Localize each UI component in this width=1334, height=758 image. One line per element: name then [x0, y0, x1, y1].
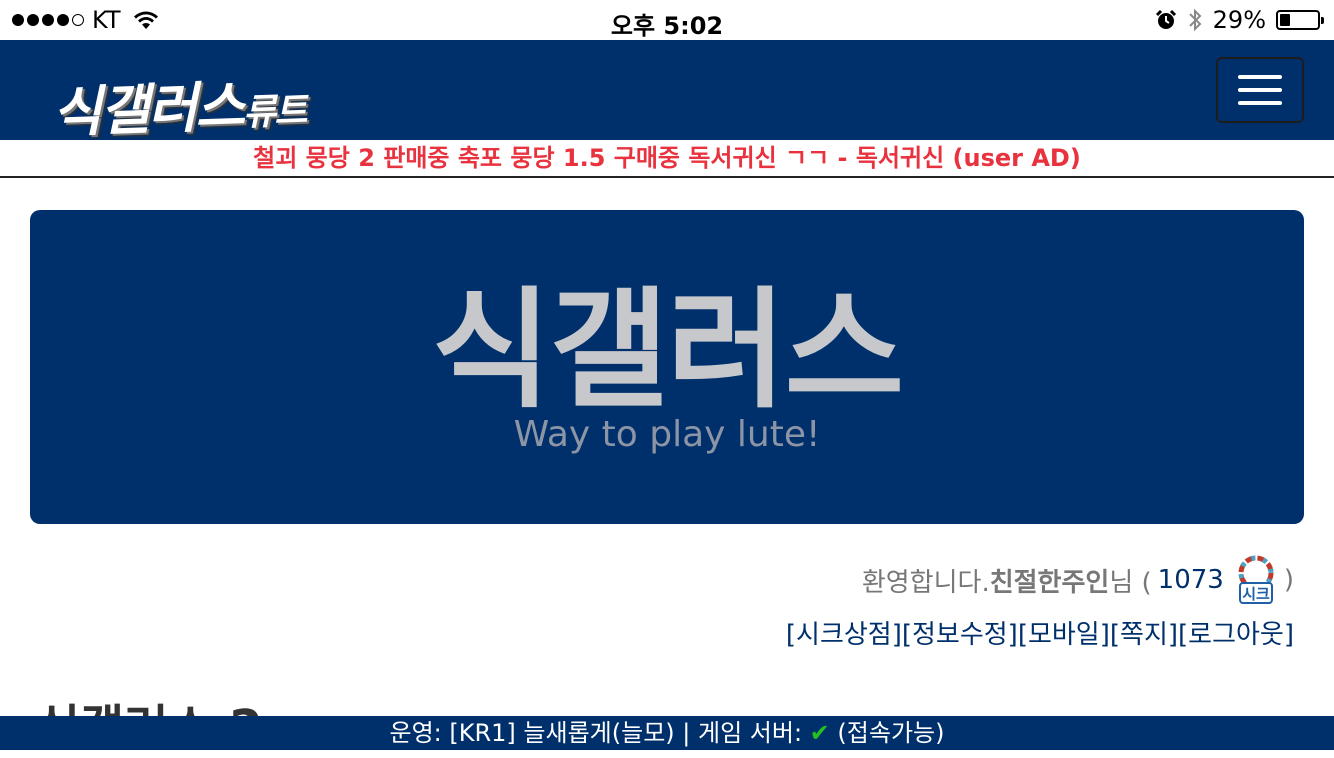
link-edit-info[interactable]: [정보수정]	[902, 620, 1018, 650]
welcome-close: )	[1283, 565, 1294, 595]
logo-suffix: 류트	[242, 90, 307, 134]
link-logout[interactable]: [로그아웃]	[1178, 620, 1294, 650]
ad-text: 철괴 뭉당 2 판매중 축포 뭉당 1.5 구매중 독서귀신 ㄱㄱ - 독서귀신…	[253, 144, 1081, 172]
user-points: 1073	[1157, 565, 1224, 595]
footer-operator: 운영: [KR1] 늘새롭게(늘모)	[389, 719, 675, 747]
site-logo[interactable]: 식갤러스류트	[51, 60, 307, 148]
bluetooth-icon	[1188, 8, 1202, 32]
status-right: 29%	[1155, 6, 1324, 34]
footer-bar: 운영: [KR1] 늘새롭게(늘모) | 게임 서버: ✔ (접속가능)	[0, 716, 1334, 750]
status-bar: KT 오후 5:02 29%	[0, 0, 1334, 40]
logo-text: 식갤러스	[51, 74, 244, 145]
username: 친절한주인	[989, 567, 1110, 598]
hamburger-icon-bar	[1238, 75, 1282, 79]
hero-jumbotron: 식갤러스 Way to play lute!	[30, 210, 1304, 524]
hamburger-icon-bar	[1238, 101, 1282, 105]
footer-server-label: 게임 서버:	[698, 719, 810, 747]
link-mobile[interactable]: [모바일]	[1018, 620, 1110, 650]
battery-level	[1280, 14, 1291, 26]
checkmark-icon: ✔	[809, 719, 830, 747]
hero-subtitle: Way to play lute!	[513, 414, 821, 455]
badge-label: 시크	[1242, 585, 1270, 603]
battery-percent: 29%	[1212, 6, 1266, 34]
top-navbar: 식갤러스류트	[0, 40, 1334, 144]
welcome-suffix: 님 (	[1109, 567, 1152, 598]
link-shop[interactable]: [시크상점]	[786, 620, 902, 650]
user-ad-banner[interactable]: 철괴 뭉당 2 판매중 축포 뭉당 1.5 구매중 독서귀신 ㄱㄱ - 독서귀신…	[0, 140, 1334, 178]
alarm-icon	[1155, 9, 1176, 29]
battery-icon	[1276, 10, 1324, 30]
welcome-prefix: 환영합니다.	[861, 567, 990, 598]
status-time: 오후 5:02	[610, 12, 724, 40]
level-badge-icon: 시크	[1238, 555, 1274, 604]
hamburger-icon-bar	[1238, 88, 1282, 92]
user-links: [시크상점][정보수정][모바일][쪽지][로그아웃]	[786, 614, 1294, 651]
footer-server-status: (접속가능)	[837, 719, 945, 747]
hero-title: 식갤러스	[431, 274, 904, 426]
footer-separator: |	[682, 719, 698, 747]
link-messages[interactable]: [쪽지]	[1110, 620, 1178, 650]
menu-toggle-button[interactable]	[1216, 57, 1304, 123]
welcome-line: 환영합니다. 친절한주인 님 ( 1073 시크 )	[862, 552, 1294, 608]
